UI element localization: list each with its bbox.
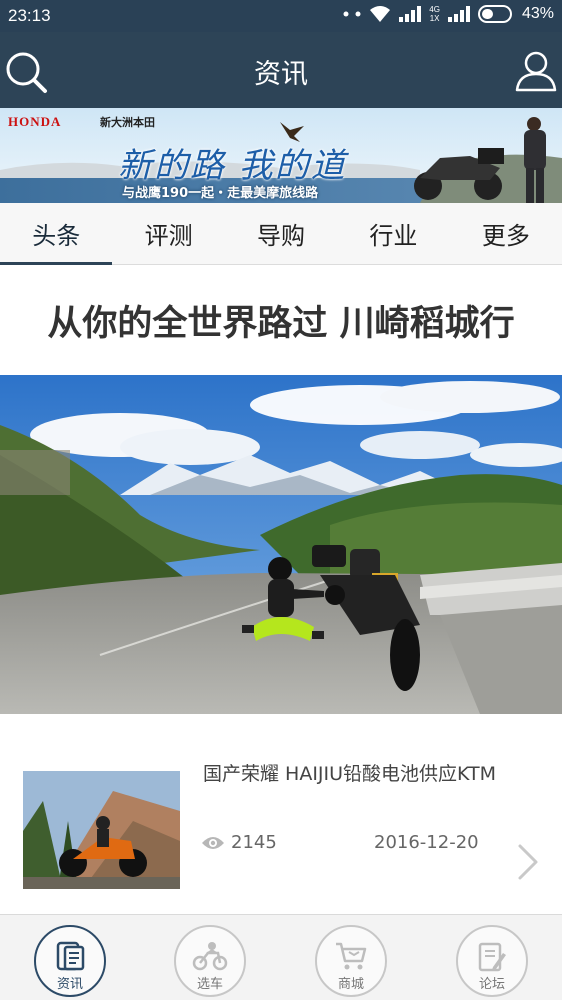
hero-photo bbox=[0, 375, 562, 714]
network-type-top: 4G bbox=[429, 5, 440, 14]
more-dots-icon bbox=[343, 11, 361, 17]
user-icon bbox=[515, 51, 557, 92]
bottom-nav: 资讯 选车 商城 论坛 bbox=[0, 914, 562, 1000]
banner-brand: HONDA bbox=[8, 114, 62, 129]
chevron-right-icon bbox=[518, 844, 538, 880]
bottom-nav-forum-label: 论坛 bbox=[478, 977, 505, 992]
view-count: 2145 bbox=[231, 832, 277, 853]
banner-dealer: 新大洲本田 bbox=[100, 116, 155, 129]
bottom-nav-choose-bike[interactable]: 选车 bbox=[174, 925, 246, 997]
signal-icon bbox=[399, 6, 422, 22]
ad-banner[interactable]: HONDA 新大洲本田 新的路 我的道 与战鹰190一起・走最美摩旅线路 bbox=[0, 108, 562, 203]
headline-image[interactable] bbox=[0, 375, 562, 714]
status-bar: 23:13 4G 1X 43% bbox=[0, 0, 562, 32]
cart-icon bbox=[336, 942, 367, 970]
category-tabs: 头条 评测 导购 行业 更多 bbox=[0, 203, 562, 265]
banner-slogan: 新的路 我的道 bbox=[118, 146, 347, 186]
battery-percent: 43% bbox=[521, 5, 554, 22]
network-type: 4G 1X bbox=[429, 5, 440, 23]
news-icon bbox=[56, 941, 85, 971]
bottom-nav-news-label: 资讯 bbox=[56, 977, 83, 992]
bottom-nav-choose-bike-label: 选车 bbox=[196, 977, 223, 992]
signal-icon-2 bbox=[447, 6, 470, 22]
banner-subtitle: 与战鹰190一起・走最美摩旅线路 bbox=[122, 186, 319, 201]
motorcycle-icon bbox=[192, 942, 228, 971]
bottom-nav-mall[interactable]: 商城 bbox=[315, 925, 387, 997]
forum-icon bbox=[478, 942, 506, 972]
battery-icon bbox=[477, 5, 514, 23]
news-thumbnail bbox=[23, 771, 180, 889]
user-button[interactable] bbox=[514, 48, 558, 92]
tab-more[interactable]: 更多 bbox=[450, 203, 562, 264]
tab-buying-guide[interactable]: 导购 bbox=[225, 203, 337, 264]
status-time: 23:13 bbox=[8, 6, 51, 25]
tab-industry[interactable]: 行业 bbox=[337, 203, 449, 264]
header: 资讯 bbox=[0, 32, 562, 108]
eye-icon bbox=[202, 836, 224, 849]
news-title: 国产荣耀 HAIJIU铅酸电池供应KTM bbox=[203, 763, 497, 785]
wifi-icon bbox=[369, 5, 391, 23]
bottom-nav-forum[interactable]: 论坛 bbox=[456, 925, 528, 997]
bottom-nav-mall-label: 商城 bbox=[337, 977, 364, 992]
network-type-bottom: 1X bbox=[429, 14, 440, 23]
tab-headlines[interactable]: 头条 bbox=[0, 203, 113, 265]
news-date: 2016-12-20 bbox=[374, 832, 479, 853]
list-item[interactable]: 国产荣耀 HAIJIU铅酸电池供应KTM 2145 2016-12-20 bbox=[0, 714, 562, 914]
headline-title[interactable]: 从你的全世界路过 川崎稻城行 bbox=[0, 265, 562, 375]
page-title: 资讯 bbox=[254, 59, 308, 90]
status-icons: 4G 1X 43% bbox=[343, 5, 554, 23]
tab-reviews[interactable]: 评测 bbox=[112, 203, 224, 264]
bottom-nav-news[interactable]: 资讯 bbox=[34, 925, 106, 997]
news-views: 2145 bbox=[201, 832, 277, 853]
